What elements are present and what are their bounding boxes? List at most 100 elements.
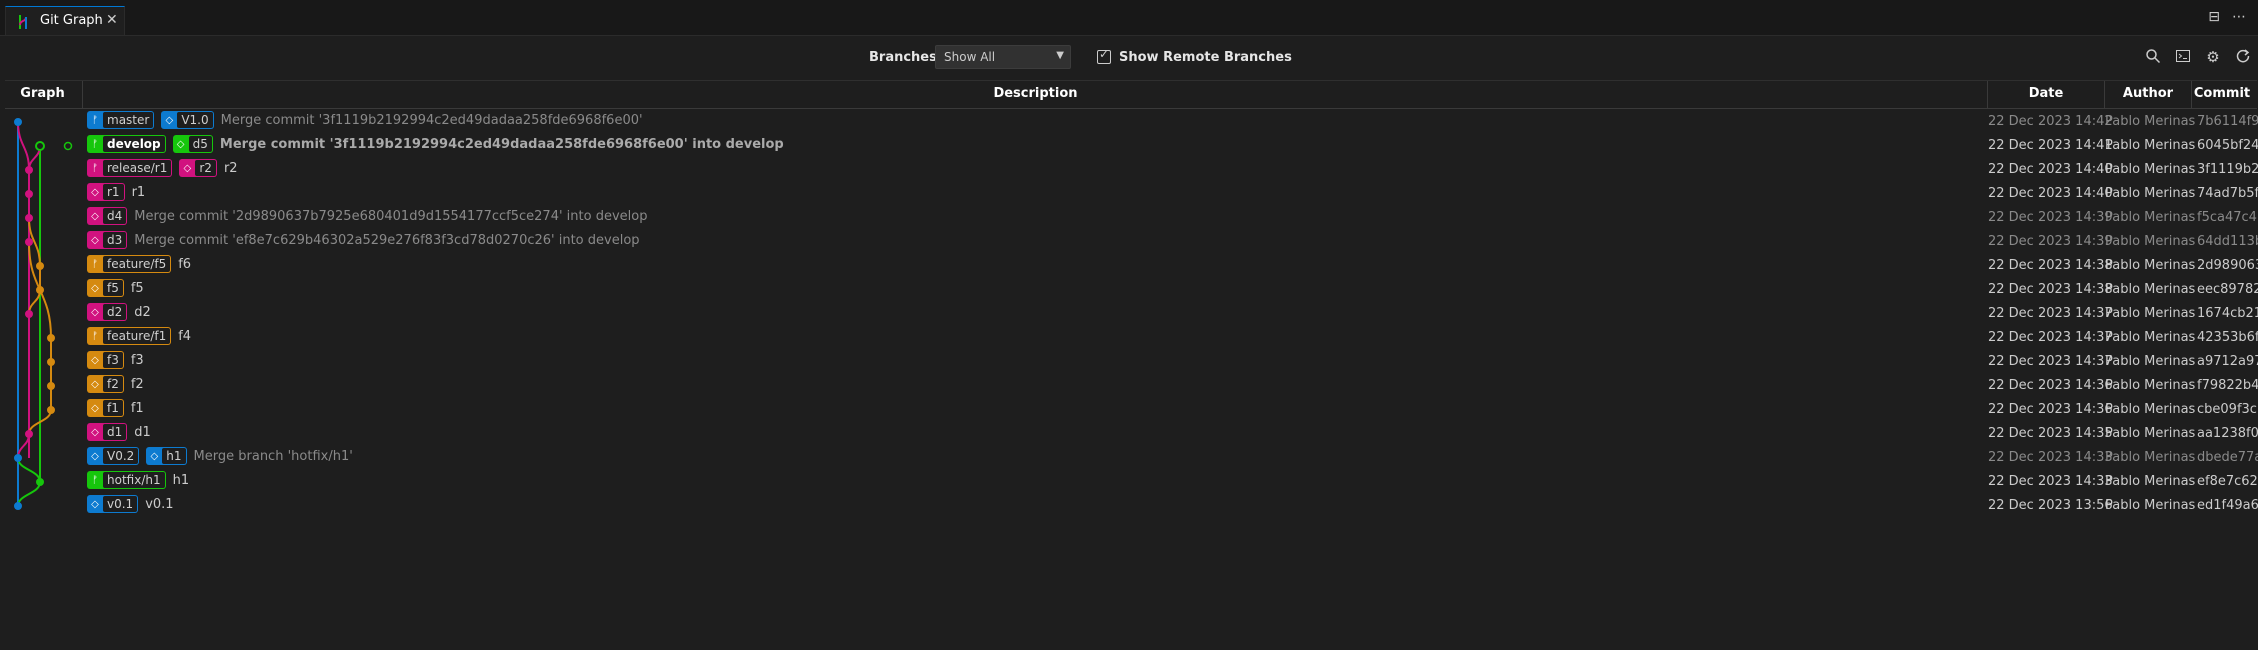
commit-author: Pablo Merinas: [2105, 450, 2196, 465]
table-row[interactable]: ᚠ hotfix/h1 h1 22 Dec 2023 14:33 Pablo Merin…: [5, 470, 2258, 494]
table-row[interactable]: ᚠ master ◇ V1.0 Merge commit '3f1119b2192994…: [5, 110, 2258, 134]
commit-node[interactable]: [25, 310, 33, 318]
description-cell: ◇ f2 f2: [87, 375, 144, 393]
commit-node[interactable]: [47, 406, 55, 414]
search-icon[interactable]: [2144, 48, 2162, 66]
table-row[interactable]: ◇ d2 d2 22 Dec 2023 14:37 Pablo Merinas 1674c…: [5, 302, 2258, 326]
column-header-commit[interactable]: Commit: [2192, 86, 2252, 101]
tab-git-graph[interactable]: Git Graph ✕: [5, 6, 125, 35]
branch-label[interactable]: ᚠ develop: [87, 135, 166, 153]
commit-date: 22 Dec 2023 14:39: [1988, 234, 2113, 249]
commit-node[interactable]: [47, 382, 55, 390]
table-row[interactable]: ◇ d4 Merge commit '2d9890637b7925e680401d9…: [5, 206, 2257, 230]
commit-hash: aa1238f0: [2197, 426, 2258, 441]
column-header-author[interactable]: Author: [2105, 86, 2191, 101]
branch-label[interactable]: ᚠ master: [87, 111, 155, 129]
commit-node[interactable]: [14, 118, 22, 126]
tag-label[interactable]: ◇ f1: [87, 399, 124, 417]
commit-message: Merge branch 'hotfix/h1': [193, 448, 353, 464]
tag-label[interactable]: ◇ d4: [87, 207, 128, 225]
description-cell: ◇ d1 d1: [87, 423, 151, 441]
terminal-icon[interactable]: [2174, 48, 2192, 66]
commit-hash: ef8e7c62: [2197, 474, 2258, 489]
git-graph-icon: [19, 15, 27, 29]
tag-label[interactable]: ◇ f5: [87, 279, 124, 297]
tag-label[interactable]: ◇ h1: [146, 447, 187, 465]
commit-hash: f5ca47c4: [2197, 210, 2257, 225]
commit-node[interactable]: [47, 358, 55, 366]
commit-node[interactable]: [47, 334, 55, 342]
tag-icon: ◇: [91, 354, 99, 366]
graph-edge-merge-release: [17, 121, 30, 171]
branch-label[interactable]: ᚠ release/r1: [87, 159, 173, 177]
branch-label[interactable]: ᚠ feature/f1: [87, 327, 172, 345]
table-row[interactable]: ◇ d3 Merge commit 'ef8e7c629b46302a529e276…: [5, 230, 2258, 254]
tag-label[interactable]: ◇ r1: [87, 183, 125, 201]
close-icon[interactable]: ✕: [106, 12, 118, 28]
refresh-icon[interactable]: [2234, 48, 2252, 66]
commit-message: Merge commit '2d9890637b7925e680401d9d15…: [134, 208, 648, 224]
tag-icon: ◇: [183, 162, 192, 174]
commit-node[interactable]: [14, 502, 22, 510]
commit-author: Pablo Merinas: [2105, 138, 2196, 153]
tag-label[interactable]: ◇ d2: [87, 303, 128, 321]
tag-label[interactable]: ◇ V0.2: [87, 447, 140, 465]
tag-label[interactable]: ◇ d1: [87, 423, 128, 441]
commit-node[interactable]: [25, 190, 33, 198]
ref-name: f2: [103, 376, 123, 392]
commit-node[interactable]: [25, 214, 33, 222]
description-cell: ◇ d3 Merge commit 'ef8e7c629b46302a529e276…: [87, 231, 640, 249]
tag-label[interactable]: ◇ r2: [179, 159, 217, 177]
more-actions-icon[interactable]: ⋯: [2232, 9, 2246, 25]
show-remote-label: Show Remote Branches: [1119, 50, 1292, 65]
ref-name: v0.1: [103, 496, 138, 512]
commit-date: 22 Dec 2023 14:42: [1988, 114, 2113, 129]
column-header-graph[interactable]: Graph: [5, 86, 80, 101]
column-header-description[interactable]: Description: [83, 86, 1988, 101]
commit-author: Pablo Merinas: [2105, 114, 2196, 129]
tab-title: Git Graph: [40, 13, 103, 28]
commit-node[interactable]: [36, 262, 44, 270]
commit-date: 22 Dec 2023 14:41: [1988, 138, 2113, 153]
table-row[interactable]: ◇ f3 f3 22 Dec 2023 14:37 Pablo Merinas a9712…: [5, 350, 2258, 374]
commit-node[interactable]: [14, 454, 22, 462]
description-cell: ᚠ feature/f5 f6: [87, 255, 191, 273]
tag-label[interactable]: ◇ V1.0: [161, 111, 214, 129]
table-row[interactable]: ◇ V0.2 ◇ h1 Merge branch 'hotfix/h1' 22 Dec 2…: [5, 446, 2258, 470]
table-row[interactable]: ᚠ release/r1 ◇ r2 r2 22 Dec 2023 14:40 Pablo M…: [5, 158, 2258, 182]
commit-message: f6: [178, 256, 192, 272]
tag-label[interactable]: ◇ v0.1: [87, 495, 139, 513]
commit-author: Pablo Merinas: [2105, 498, 2196, 513]
table-row[interactable]: ᚠ develop ◇ d5 Merge commit '3f1119b2192994c…: [5, 134, 2258, 158]
gear-icon[interactable]: ⚙: [2204, 48, 2222, 66]
commit-node[interactable]: [36, 478, 44, 486]
table-row[interactable]: ◇ d1 d1 22 Dec 2023 14:35 Pablo Merinas aa123…: [5, 422, 2258, 446]
tag-label[interactable]: ◇ d3: [87, 231, 128, 249]
branch-label[interactable]: ᚠ hotfix/h1: [87, 471, 166, 489]
split-editor-icon[interactable]: ⊟: [2208, 9, 2220, 25]
branch-icon: ᚠ: [92, 162, 98, 174]
table-row[interactable]: ᚠ feature/f5 f6 22 Dec 2023 14:38 Pablo Meri…: [5, 254, 2258, 278]
column-header-date[interactable]: Date: [1988, 86, 2104, 101]
tag-label[interactable]: ◇ f3: [87, 351, 124, 369]
commit-hash: eec89782: [2197, 282, 2258, 297]
commit-date: 22 Dec 2023 14:36: [1988, 402, 2113, 417]
tag-label[interactable]: ◇ d5: [172, 135, 213, 153]
tag-label[interactable]: ◇ f2: [87, 375, 124, 393]
table-row[interactable]: ◇ v0.1 v0.1 22 Dec 2023 13:56 Pablo Merinas e…: [5, 494, 2258, 518]
commit-author: Pablo Merinas: [2105, 330, 2196, 345]
table-row[interactable]: ◇ f1 f1 22 Dec 2023 14:36 Pablo Merinas cbe09…: [5, 398, 2257, 422]
commit-node[interactable]: [25, 166, 33, 174]
commit-node[interactable]: [25, 238, 33, 246]
commit-date: 22 Dec 2023 14:39: [1988, 210, 2113, 225]
table-row[interactable]: ◇ r1 r1 22 Dec 2023 14:40 Pablo Merinas 74ad7…: [5, 182, 2258, 206]
commit-node[interactable]: [36, 286, 44, 294]
branch-label[interactable]: ᚠ feature/f5: [87, 255, 172, 273]
commit-node[interactable]: [35, 141, 45, 151]
table-row[interactable]: ᚠ feature/f1 f4 22 Dec 2023 14:37 Pablo Meri…: [5, 326, 2258, 350]
show-remote-checkbox[interactable]: ✓: [1097, 47, 1111, 64]
table-row[interactable]: ◇ f5 f5 22 Dec 2023 14:38 Pablo Merinas eec89…: [5, 278, 2258, 302]
branches-select[interactable]: Show All ▼: [935, 45, 1071, 69]
commit-node[interactable]: [25, 430, 33, 438]
table-row[interactable]: ◇ f2 f2 22 Dec 2023 14:36 Pablo Merinas f7982…: [5, 374, 2258, 398]
